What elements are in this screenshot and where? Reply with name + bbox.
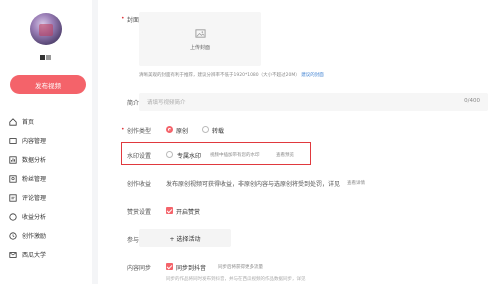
required-mark: • [121, 15, 125, 22]
sidebar-item-comments[interactable]: 评论管理 [0, 188, 92, 207]
sidebar-item-data[interactable]: 数据分析 [0, 150, 92, 169]
intro-placeholder: 请填写视频简介 [147, 100, 186, 106]
required-mark: • [121, 126, 125, 133]
user-badges [40, 55, 52, 61]
reward-option-label[interactable]: 开启赞赏 [176, 207, 200, 216]
fans-icon [9, 174, 17, 183]
sidebar-item-label: 首页 [22, 119, 35, 126]
sidebar-item-income[interactable]: 收益分析 [0, 207, 92, 226]
badge-icon [40, 55, 45, 60]
watermark-desc: 视频中插加带有您的水印 [210, 153, 260, 158]
cover-label: 封面 [127, 17, 140, 24]
sync-label: 内容同步 [127, 265, 152, 272]
chart-icon [9, 155, 17, 164]
incentive-icon [9, 231, 17, 240]
avatar[interactable] [30, 13, 62, 45]
income-detail-link[interactable]: 查看详情 [347, 180, 365, 186]
option-repost-label[interactable]: 转载 [212, 126, 224, 135]
sidebar-item-label: 收益分析 [22, 214, 47, 221]
watermark-label: 水印设置 [127, 153, 152, 160]
intro-char-count: 0/400 [464, 98, 480, 104]
sidebar-item-label: 数据分析 [22, 157, 47, 164]
sidebar-item-label: 西瓜大学 [22, 252, 47, 259]
content-icon [9, 137, 17, 145]
intro-input[interactable]: 请填写视频简介 0/400 [139, 93, 488, 111]
cover-upload-area[interactable]: 上传封面 [139, 12, 261, 66]
sidebar-item-label: 内容管理 [22, 138, 47, 145]
watermark-checkbox[interactable] [166, 151, 173, 158]
upload-cover-text: 上传封面 [189, 45, 210, 51]
select-activity-button[interactable]: + 选择活动 [139, 229, 231, 247]
cover-hint: 清晰美观的封面有利于推荐，建议分辨率不低于1920*1080（大小不超过20M）… [139, 72, 324, 78]
sync-note: 同步的作品将同时发布到抖音，并与在西瓜视频的作品数据同步，详见 [166, 277, 306, 282]
income-label: 创作收益 [127, 181, 152, 188]
badge-icon [46, 55, 51, 60]
sidebar-item-home[interactable]: 首页 [0, 112, 92, 131]
cover-hint-link[interactable]: 建议的封面 [301, 73, 324, 78]
option-original-label[interactable]: 原创 [176, 126, 188, 135]
reward-label: 赞赏设置 [127, 209, 152, 216]
sidebar-item-incentive[interactable]: 创作激励 [0, 226, 92, 245]
sync-desc: 同步后将获得更多流量 [218, 265, 263, 270]
reward-checkbox[interactable] [166, 207, 173, 214]
comment-icon [9, 193, 17, 202]
sync-option-label[interactable]: 同步到抖音 [176, 263, 206, 272]
radio-original[interactable] [166, 126, 173, 133]
home-icon [9, 117, 17, 126]
watermark-option-label[interactable]: 专属水印 [177, 151, 201, 160]
sidebar-item-school[interactable]: 西瓜大学 [0, 245, 92, 264]
income-icon [9, 212, 17, 221]
sidebar-item-label: 评论管理 [22, 195, 47, 202]
sidebar-item-content[interactable]: 内容管理 [0, 131, 92, 150]
sidebar: 发布视频 首页 内容管理 数据分析 粉丝管理 评论管理 收益分析 创作激励 西瓜… [0, 0, 92, 284]
sidebar-item-label: 创作激励 [22, 233, 47, 240]
sync-checkbox[interactable] [166, 263, 173, 270]
publish-video-button[interactable]: 发布视频 [10, 75, 86, 94]
radio-repost[interactable] [202, 126, 209, 133]
cover-hint-text: 清晰美观的封面有利于推荐，建议分辨率不低于1920*1080（大小不超过20M） [139, 73, 300, 78]
creation-type-label: 创作类型 [127, 128, 152, 135]
sidebar-nav: 首页 内容管理 数据分析 粉丝管理 评论管理 收益分析 创作激励 西瓜大学 [0, 112, 92, 264]
image-upload-icon [195, 29, 206, 38]
watermark-preview-link[interactable]: 查看预览 [276, 152, 294, 158]
intro-label: 简介 [127, 100, 140, 107]
sidebar-item-label: 粉丝管理 [22, 176, 47, 183]
upload-form: • 封面 上传封面 清晰美观的封面有利于推荐，建议分辨率不低于1920*1080… [98, 0, 500, 284]
sidebar-item-fans[interactable]: 粉丝管理 [0, 169, 92, 188]
school-icon [9, 251, 17, 259]
income-text: 发布原创视频可获得收益，非原创内容与选原创将受到处罚，详见 [166, 181, 341, 188]
